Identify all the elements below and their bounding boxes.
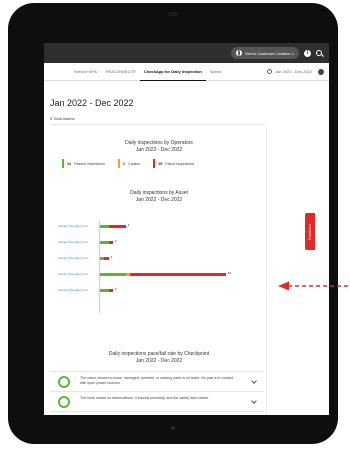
checkpoint-row[interactable]: The hook shows no deformations, it swive…	[50, 391, 264, 411]
tab-truconnect[interactable]: TRUCONNECT®	[101, 63, 140, 81]
location-selector[interactable]: Demo Customer Location 1	[231, 47, 299, 59]
legend-label-failed: Failed inspections	[165, 161, 195, 166]
checkpoint-text: The hook shows no deformations, it swive…	[80, 396, 209, 400]
legend-swatch-passed	[62, 159, 64, 168]
legend-failed: 29 Failed inspections	[153, 159, 194, 168]
chart-row: Crane 2 (Kongle 3 ton) 3	[58, 239, 258, 245]
asset-label[interactable]: Crane 1 (Kongle 3 ton)	[58, 224, 96, 228]
annotation-arrow-icon	[278, 281, 348, 291]
bar-passed-inspections[interactable]	[100, 288, 109, 292]
legend-count-caution: 1	[122, 161, 125, 166]
bar-passed-inspections[interactable]	[100, 272, 126, 276]
chevron-down-icon[interactable]	[251, 398, 257, 404]
tab-bar: Service KPIs TRUCONNECT® CheckApp for Da…	[44, 63, 329, 81]
operators-subtitle: Jan 2022 - Dec 2022	[135, 147, 183, 153]
legend-count-failed: 29	[158, 161, 163, 166]
asset-label[interactable]: Crane 4 (Kongle 3 ton)	[58, 272, 96, 276]
bar-failed-inspections[interactable]	[108, 240, 113, 244]
asset-chart-subtitle: Jan 2022 - Dec 2022	[135, 197, 183, 203]
asset-label[interactable]: Crane 2 (Kongle 3 ton)	[58, 240, 96, 244]
legend-label-passed: Passed inspections	[74, 161, 105, 166]
bar-value-label: 29	[227, 271, 231, 275]
tablet-frame: Demo Customer Location 1 i Service KPIs …	[8, 3, 338, 444]
asset-chart-title: Daily inspections by Asset	[130, 190, 188, 196]
checkpoint-row[interactable]	[50, 411, 264, 415]
legend-label-caution: Caution	[127, 161, 141, 166]
asset-label[interactable]: Crane 3 (Kongle 3 ton)	[58, 256, 96, 260]
operators-legend: 13 Passed inspections 1 Caution 29 Faile…	[62, 159, 194, 168]
legend-caution: 1 Caution	[117, 159, 141, 168]
bar-value-label: 6	[128, 223, 130, 227]
chart-row: Crane 3 (Kongle 3 ton) 2	[58, 255, 258, 261]
tab-spend[interactable]: Spend	[206, 63, 226, 81]
operators-title: Daily inspections by Operators	[125, 140, 193, 146]
feedback-button[interactable]: Feedback	[305, 213, 315, 250]
search-icon[interactable]	[316, 50, 322, 56]
date-range-label: Jan 2022 - Dec 2022	[274, 69, 312, 74]
top-bar: Demo Customer Location 1 i	[44, 43, 329, 63]
tab-checkapp[interactable]: CheckApp for Daily Inspection	[139, 63, 206, 81]
checkpoint-text: The crane shows no loose, damaged, jamme…	[80, 376, 234, 385]
location-label: Demo Customer Location 1	[245, 50, 294, 56]
pass-rate-ring-icon	[58, 376, 70, 388]
checkpoint-list: The crane shows no loose, damaged, jamme…	[50, 371, 264, 415]
home-button	[171, 426, 175, 430]
total-assets: 5 Total Assets	[50, 116, 75, 121]
legend-passed: 13 Passed inspections	[62, 159, 105, 168]
info-icon[interactable]: i	[304, 49, 311, 57]
bar-failed-inspections[interactable]	[104, 256, 109, 260]
date-range-picker[interactable]: Jan 2022 - Dec 2022	[266, 69, 312, 74]
bar-failed-inspections[interactable]	[130, 272, 226, 276]
globe-icon	[236, 50, 243, 56]
bar-passed-inspections[interactable]	[100, 240, 109, 244]
chart-row: Crane 4 (Kongle 3 ton) 29	[58, 271, 258, 277]
checkpoint-subtitle: Jan 2022 - Dec 2022	[135, 358, 183, 364]
checkpoint-row[interactable]: The crane shows no loose, damaged, jamme…	[50, 371, 264, 391]
asset-label[interactable]: Crane 5 (Kongle 3 ton)	[58, 288, 96, 292]
chart-row: Crane 5 (Kongle 3 ton) 3	[58, 287, 258, 293]
bar-value-label: 2	[110, 255, 113, 259]
chart-axis	[99, 221, 100, 313]
bar-passed-inspections[interactable]	[100, 224, 109, 228]
panel-divider	[266, 124, 267, 415]
app-screen: Demo Customer Location 1 i Service KPIs …	[44, 43, 329, 415]
page-title: Jan 2022 - Dec 2022	[50, 98, 134, 108]
chart-row: Crane 1 (Kongle 3 ton) 6	[58, 223, 258, 229]
asset-bar-chart: Crane 1 (Kongle 3 ton) 6 Crane 2 (Kongle 3…	[58, 221, 258, 313]
legend-count-passed: 13	[67, 161, 71, 166]
user-icon[interactable]	[318, 68, 324, 75]
chevron-down-icon[interactable]	[251, 378, 257, 384]
clock-icon	[266, 69, 272, 74]
pass-rate-ring-icon	[58, 396, 70, 408]
tab-service-kpis[interactable]: Service KPIs	[70, 63, 101, 81]
bar-value-label: 3	[115, 287, 117, 291]
bar-value-label: 3	[115, 239, 117, 243]
legend-swatch-failed	[153, 159, 156, 168]
checkpoint-title: Daily inspections pass/fail rate by Chec…	[108, 351, 210, 357]
bar-failed-inspections[interactable]	[108, 288, 113, 292]
legend-swatch-caution	[117, 159, 120, 168]
camera	[168, 12, 178, 16]
divider	[50, 124, 264, 125]
bar-failed-inspections[interactable]	[108, 224, 126, 228]
feedback-label: Feedback	[308, 223, 312, 240]
